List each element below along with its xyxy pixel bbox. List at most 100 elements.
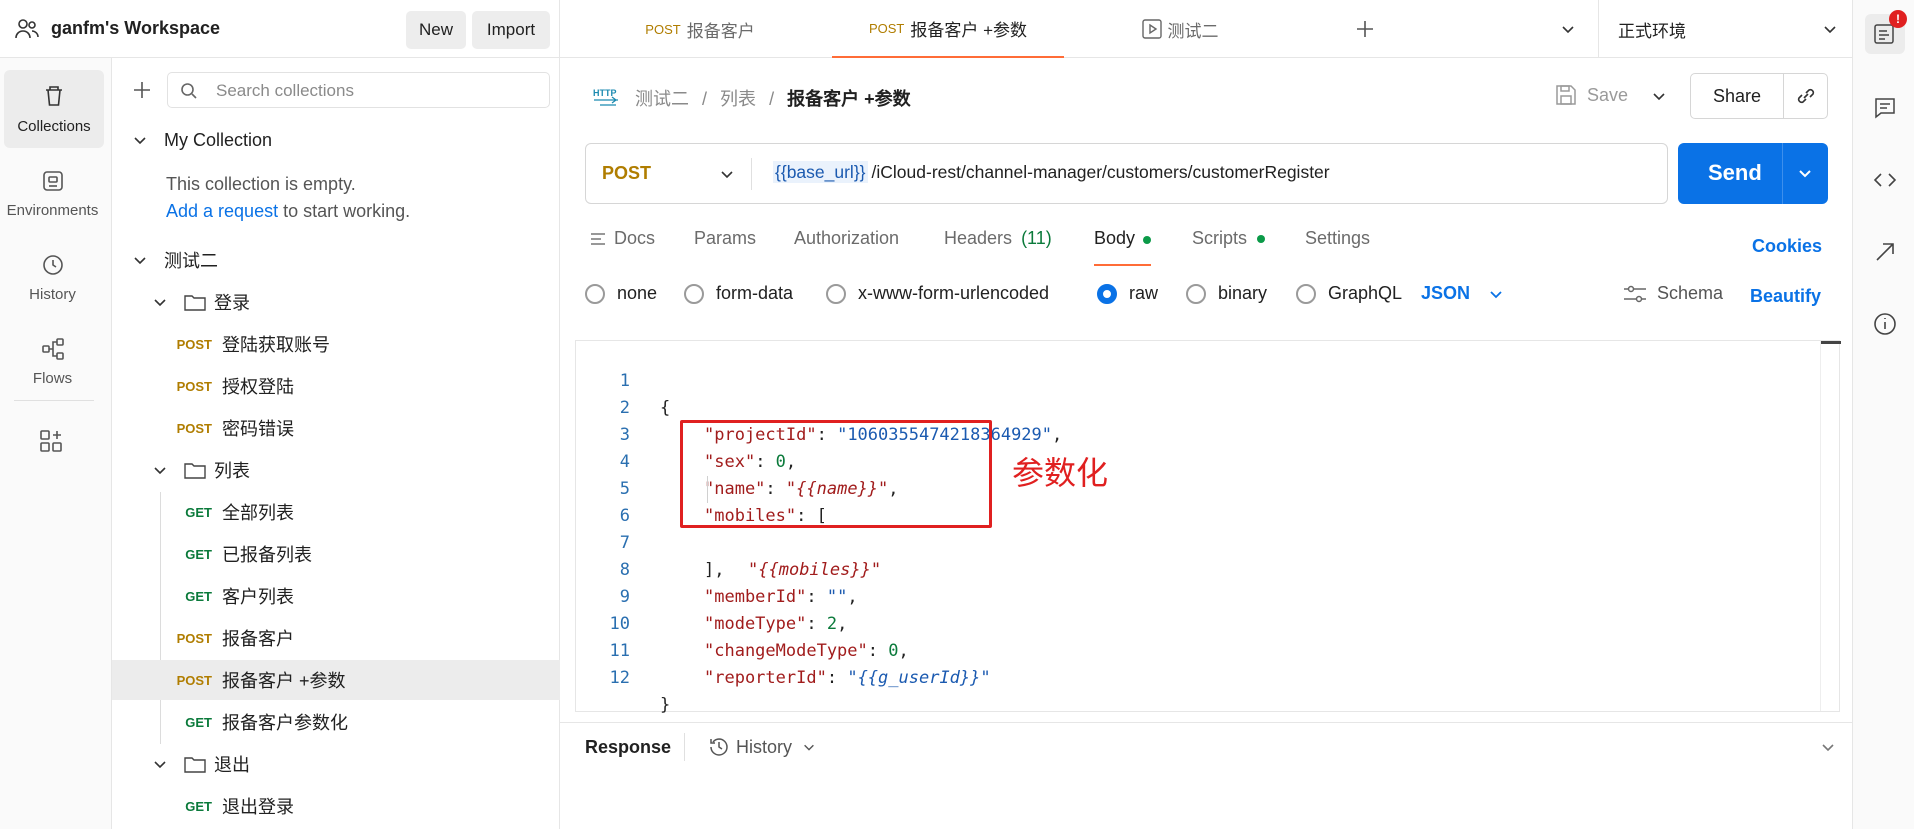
radio-label: x-www-form-urlencoded: [858, 283, 1050, 303]
beautify-button[interactable]: Beautify: [1750, 286, 1821, 307]
url-input[interactable]: {{base_url}}/iCloud-rest/channel-manager…: [773, 161, 1330, 183]
save-label: Save: [1587, 84, 1629, 105]
send-button[interactable]: Send: [1708, 160, 1762, 186]
radio-label: binary: [1218, 283, 1268, 303]
comment-icon[interactable]: [1873, 96, 1897, 120]
tab-request[interactable]: POST 报备客户: [590, 0, 810, 58]
code-line: 9 "modeType": 2,: [576, 557, 848, 634]
scroll-thumb[interactable]: [1821, 341, 1841, 344]
json-bracket: ],: [704, 560, 725, 580]
radio-graphql[interactable]: GraphQL: [1296, 283, 1402, 304]
collections-sidebar: Search collections My Collection This co…: [112, 58, 560, 829]
json-key: "memberId": [704, 587, 807, 607]
environment-icon: [40, 168, 66, 194]
radio-circle: [1296, 283, 1316, 304]
response-bar: Response History: [560, 722, 1852, 770]
editor-scrollbar[interactable]: [1820, 341, 1841, 711]
tab-params[interactable]: Params: [694, 228, 756, 249]
rail-environments[interactable]: Environments: [0, 154, 105, 232]
chevron-down-icon[interactable]: [1560, 21, 1576, 37]
requests-panel-button[interactable]: !: [1865, 10, 1907, 54]
url-divider: [751, 158, 752, 190]
tab-authorization[interactable]: Authorization: [794, 228, 899, 249]
request-item-selected[interactable]: POST 报备客户 +参数: [112, 660, 560, 700]
request-item[interactable]: GET 全部列表: [112, 492, 560, 532]
send-options-chevron-icon[interactable]: [1797, 165, 1813, 181]
schema-button[interactable]: Schema: [1623, 283, 1723, 304]
tab-label: 报备客户: [686, 21, 755, 41]
collapse-chevron-icon[interactable]: [1820, 739, 1836, 755]
rail-collections[interactable]: Collections: [4, 70, 104, 148]
tab-scripts[interactable]: Scripts: [1192, 228, 1266, 249]
collection-my-collection[interactable]: My Collection: [112, 120, 560, 160]
method-selector[interactable]: POST: [586, 144, 751, 203]
folder-logout[interactable]: 退出: [112, 744, 560, 784]
share-button[interactable]: Share: [1713, 86, 1761, 107]
url-variable[interactable]: {{base_url}}: [773, 161, 868, 183]
related-icon[interactable]: [1873, 240, 1897, 264]
rail-history[interactable]: History: [0, 238, 105, 316]
json-key: "reporterId": [704, 668, 827, 688]
response-label[interactable]: Response: [585, 737, 671, 758]
request-item[interactable]: POST 登陆获取账号: [112, 324, 560, 364]
code-icon[interactable]: [1873, 168, 1897, 192]
history-icon: [40, 252, 66, 278]
new-tab-plus-icon[interactable]: [1355, 19, 1375, 39]
folder-login[interactable]: 登录: [112, 282, 560, 322]
tab-request-active[interactable]: POST 报备客户 +参数: [832, 0, 1064, 58]
request-item[interactable]: GET 已报备列表: [112, 534, 560, 574]
radio-binary[interactable]: binary: [1186, 283, 1267, 304]
request-item[interactable]: GET 报备客户参数化: [112, 702, 560, 742]
tab-label: Body: [1094, 228, 1136, 248]
right-sidebar: !: [1852, 0, 1914, 829]
request-item[interactable]: POST 报备客户: [112, 618, 560, 658]
rail-label: Flows: [32, 369, 73, 387]
save-disk-icon: [1555, 84, 1577, 106]
history-dropdown[interactable]: History: [708, 736, 816, 758]
save-options-chevron-icon[interactable]: [1651, 88, 1667, 104]
request-item[interactable]: POST 密码错误: [112, 408, 560, 448]
search-input[interactable]: Search collections: [216, 81, 354, 101]
breadcrumb-folder[interactable]: 列表: [720, 89, 756, 109]
link-icon[interactable]: [1795, 85, 1817, 107]
radio-form-data[interactable]: form-data: [684, 283, 793, 304]
request-item[interactable]: GET 客户列表: [112, 576, 560, 616]
json-value: 2: [826, 614, 838, 634]
tab-body[interactable]: Body: [1094, 228, 1152, 266]
import-button[interactable]: Import: [472, 11, 550, 49]
search-icon: [180, 82, 198, 100]
request-item[interactable]: GET 退出登录: [112, 786, 560, 826]
tab-collection-runner[interactable]: 测试二: [1080, 0, 1280, 58]
request-name: 报备客户: [222, 629, 294, 649]
json-key: "modeType": [704, 614, 807, 634]
folder-list[interactable]: 列表: [112, 450, 560, 490]
breadcrumb-current[interactable]: 报备客户 +参数: [787, 89, 911, 109]
language-selector[interactable]: JSON: [1421, 283, 1504, 304]
empty-collection-text: This collection is empty.: [166, 174, 356, 194]
radio-raw[interactable]: raw: [1097, 283, 1158, 304]
tab-docs[interactable]: Docs: [590, 228, 655, 249]
tab-headers[interactable]: Headers (11): [944, 228, 1052, 249]
info-icon[interactable]: [1873, 312, 1897, 336]
breadcrumb-collection[interactable]: 测试二: [635, 89, 689, 109]
rail-flows[interactable]: Flows: [0, 322, 105, 400]
annotation-label: 参数化: [1012, 455, 1109, 491]
tab-settings[interactable]: Settings: [1305, 228, 1370, 249]
cookies-link[interactable]: Cookies: [1752, 236, 1822, 257]
add-request-link[interactable]: Add a request: [166, 201, 278, 221]
new-button[interactable]: New: [406, 11, 466, 49]
save-button[interactable]: Save: [1555, 84, 1628, 106]
radio-circle-selected: [1097, 283, 1117, 304]
add-apps-icon[interactable]: [38, 428, 64, 454]
workspace-name[interactable]: ganfm's Workspace: [51, 18, 220, 39]
radio-circle: [1186, 283, 1206, 304]
share-divider: [1783, 74, 1784, 118]
search-box[interactable]: Search collections: [167, 72, 550, 108]
tab-label: Scripts: [1192, 228, 1248, 248]
collection-test2[interactable]: 测试二: [112, 240, 560, 280]
environment-selector[interactable]: 正式环境: [1618, 0, 1838, 58]
radio-urlencoded[interactable]: x-www-form-urlencoded: [826, 283, 1049, 304]
request-item[interactable]: POST 授权登陆: [112, 366, 560, 406]
plus-icon[interactable]: [132, 80, 152, 100]
radio-none[interactable]: none: [585, 283, 657, 304]
